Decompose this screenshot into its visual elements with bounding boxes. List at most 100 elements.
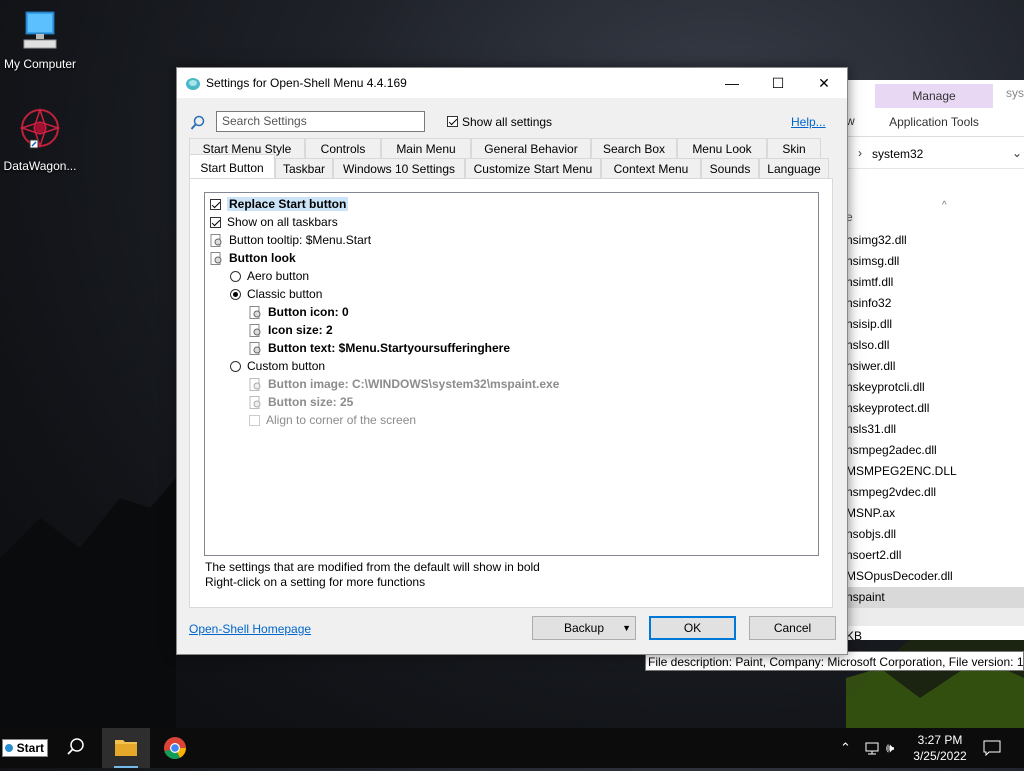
file-list-item[interactable]: nsoert2.dll xyxy=(846,545,1024,566)
file-list-item[interactable]: nsls31.dll xyxy=(846,419,1024,440)
setting-gear-icon xyxy=(210,252,223,266)
notifications-icon[interactable] xyxy=(983,740,1001,756)
search-icon xyxy=(67,738,84,755)
setting-button-image[interactable]: Button image: C:\WINDOWS\system32\mspain… xyxy=(249,375,559,393)
tab-start-button[interactable]: Start Button xyxy=(189,154,275,178)
setting-button-size[interactable]: Button size: 25 xyxy=(249,393,353,411)
checkbox-icon[interactable] xyxy=(210,217,221,229)
setting-gear-icon xyxy=(249,306,262,320)
maximize-button[interactable]: ☐ xyxy=(755,68,801,98)
tab-controls[interactable]: Controls xyxy=(305,138,381,158)
setting-icon-size[interactable]: Icon size: 2 xyxy=(249,321,333,339)
tab-customize-start-menu[interactable]: Customize Start Menu xyxy=(465,158,601,178)
clock[interactable]: 3:27 PM 3/25/2022 xyxy=(905,732,975,764)
ribbon-tab-partial[interactable]: syst xyxy=(1006,86,1024,100)
file-list: nsimg32.dll nsimsg.dll nsimtf.dll nsinfo32 n… xyxy=(846,230,1024,626)
open-shell-homepage-link[interactable]: Open-Shell Homepage xyxy=(189,622,311,636)
file-list-item[interactable]: nsiwer.dll xyxy=(846,356,1024,377)
file-list-item[interactable]: nsobjs.dll xyxy=(846,524,1024,545)
file-list-item[interactable]: nspaint xyxy=(846,587,1024,608)
taskbar: Start ⌃ 🕪 3:27 PM 3/25/2022 xyxy=(0,728,1024,768)
show-all-settings-checkbox[interactable]: Show all settings xyxy=(447,115,552,129)
address-bar[interactable]: › system32 ⌄ xyxy=(846,140,1024,169)
tab-context-menu[interactable]: Context Menu xyxy=(601,158,701,178)
setting-gear-icon xyxy=(249,378,262,392)
setting-classic-button[interactable]: Classic button xyxy=(230,285,322,303)
setting-button-look[interactable]: Button look xyxy=(210,249,296,267)
chevron-down-icon[interactable]: ⌄ xyxy=(1012,146,1022,160)
backup-label: Backup xyxy=(563,621,605,635)
setting-label: Button size: 25 xyxy=(268,395,354,409)
setting-align-corner[interactable]: Align to corner of the screen xyxy=(249,411,416,429)
close-button[interactable]: ✕ xyxy=(801,68,847,98)
setting-button-tooltip[interactable]: Button tooltip: $Menu.Start xyxy=(210,231,371,249)
file-list-item[interactable]: nsimsg.dll xyxy=(846,251,1024,272)
clock-date: 3/25/2022 xyxy=(913,749,967,763)
file-explorer-taskbar-button[interactable] xyxy=(102,728,150,768)
file-list-item[interactable]: MSNP.ax xyxy=(846,503,1024,524)
desktop-icon-label: DataWagon... xyxy=(3,159,77,173)
network-icon[interactable] xyxy=(864,740,880,756)
chevron-right-icon: › xyxy=(858,146,862,160)
ok-button[interactable]: OK xyxy=(649,616,736,640)
setting-label: Icon size: 2 xyxy=(268,323,333,337)
tab-main-menu[interactable]: Main Menu xyxy=(381,138,471,158)
help-link[interactable]: Help... xyxy=(791,115,826,129)
ribbon-tab-manage[interactable]: Manage xyxy=(875,84,993,108)
file-list-item[interactable]: MSOpusDecoder.dll xyxy=(846,566,1024,587)
radio-icon[interactable] xyxy=(230,271,241,283)
setting-button-text[interactable]: Button text: $Menu.Startyoursufferingher… xyxy=(249,339,510,357)
file-list-item[interactable]: nsisip.dll xyxy=(846,314,1024,335)
tab-language[interactable]: Language xyxy=(759,158,829,178)
ribbon-tab-application-tools[interactable]: Application Tools xyxy=(875,110,993,134)
setting-label: Classic button xyxy=(247,287,323,301)
file-list-item[interactable]: MSMPEG2ENC.DLL xyxy=(846,461,1024,482)
tab-search-box[interactable]: Search Box xyxy=(591,138,677,158)
checkbox-icon[interactable] xyxy=(249,415,260,427)
tab-windows-10-settings[interactable]: Windows 10 Settings xyxy=(333,158,465,178)
checkbox-icon[interactable] xyxy=(210,199,221,211)
volume-icon[interactable]: 🕪 xyxy=(886,740,894,756)
tab-general-behavior[interactable]: General Behavior xyxy=(471,138,591,158)
cancel-button[interactable]: Cancel xyxy=(749,616,836,640)
file-list-item[interactable]: nskeyprotcli.dll xyxy=(846,377,1024,398)
desktop-icon-my-computer[interactable]: My Computer xyxy=(0,8,80,71)
file-list-item[interactable]: nsimg32.dll xyxy=(846,230,1024,251)
tab-menu-look[interactable]: Menu Look xyxy=(677,138,767,158)
search-icon xyxy=(190,115,205,130)
tab-row-2: Taskbar Windows 10 Settings Customize St… xyxy=(189,158,833,178)
chevron-up-icon[interactable]: ⌃ xyxy=(840,740,851,756)
start-button[interactable]: Start xyxy=(2,739,48,757)
file-list-item[interactable]: nsmpeg2adec.dll xyxy=(846,440,1024,461)
file-list-item[interactable]: nslso.dll xyxy=(846,335,1024,356)
backup-button[interactable]: Backup ▼ xyxy=(532,616,636,640)
open-shell-icon xyxy=(186,78,200,90)
setting-button-icon[interactable]: Button icon: 0 xyxy=(249,303,349,321)
setting-gear-icon xyxy=(249,324,262,338)
file-list-item[interactable]: nskeyprotect.dll xyxy=(846,398,1024,419)
desktop-icon-datawagon[interactable]: DataWagon... xyxy=(0,106,80,173)
file-list-item[interactable]: nsmpeg2vdec.dll xyxy=(846,482,1024,503)
setting-aero-button[interactable]: Aero button xyxy=(230,267,309,285)
setting-replace-start[interactable]: Replace Start button xyxy=(210,195,349,213)
open-shell-icon xyxy=(5,744,13,752)
radio-icon[interactable] xyxy=(230,361,241,373)
radio-icon[interactable] xyxy=(230,289,241,301)
chrome-taskbar-button[interactable] xyxy=(151,728,199,768)
checkbox-icon[interactable] xyxy=(447,116,458,128)
explorer-ribbon: Manage Application Tools syst w xyxy=(846,80,1024,137)
file-list-item[interactable]: nsimtf.dll xyxy=(846,272,1024,293)
search-button[interactable] xyxy=(52,728,100,768)
desktop-icon-label: My Computer xyxy=(3,57,77,71)
file-list-item-blank[interactable] xyxy=(846,608,1024,626)
tab-sounds[interactable]: Sounds xyxy=(701,158,759,178)
tab-taskbar[interactable]: Taskbar xyxy=(275,158,333,178)
setting-show-all-taskbars[interactable]: Show on all taskbars xyxy=(210,213,338,231)
minimize-button[interactable]: — xyxy=(709,68,755,98)
tab-skin[interactable]: Skin xyxy=(767,138,821,158)
title-bar[interactable]: Settings for Open-Shell Menu 4.4.169 — ☐… xyxy=(177,68,847,98)
setting-gear-icon xyxy=(249,396,262,410)
setting-custom-button[interactable]: Custom button xyxy=(230,357,325,375)
search-input[interactable]: Search Settings xyxy=(216,111,425,132)
file-list-item[interactable]: nsinfo32 xyxy=(846,293,1024,314)
